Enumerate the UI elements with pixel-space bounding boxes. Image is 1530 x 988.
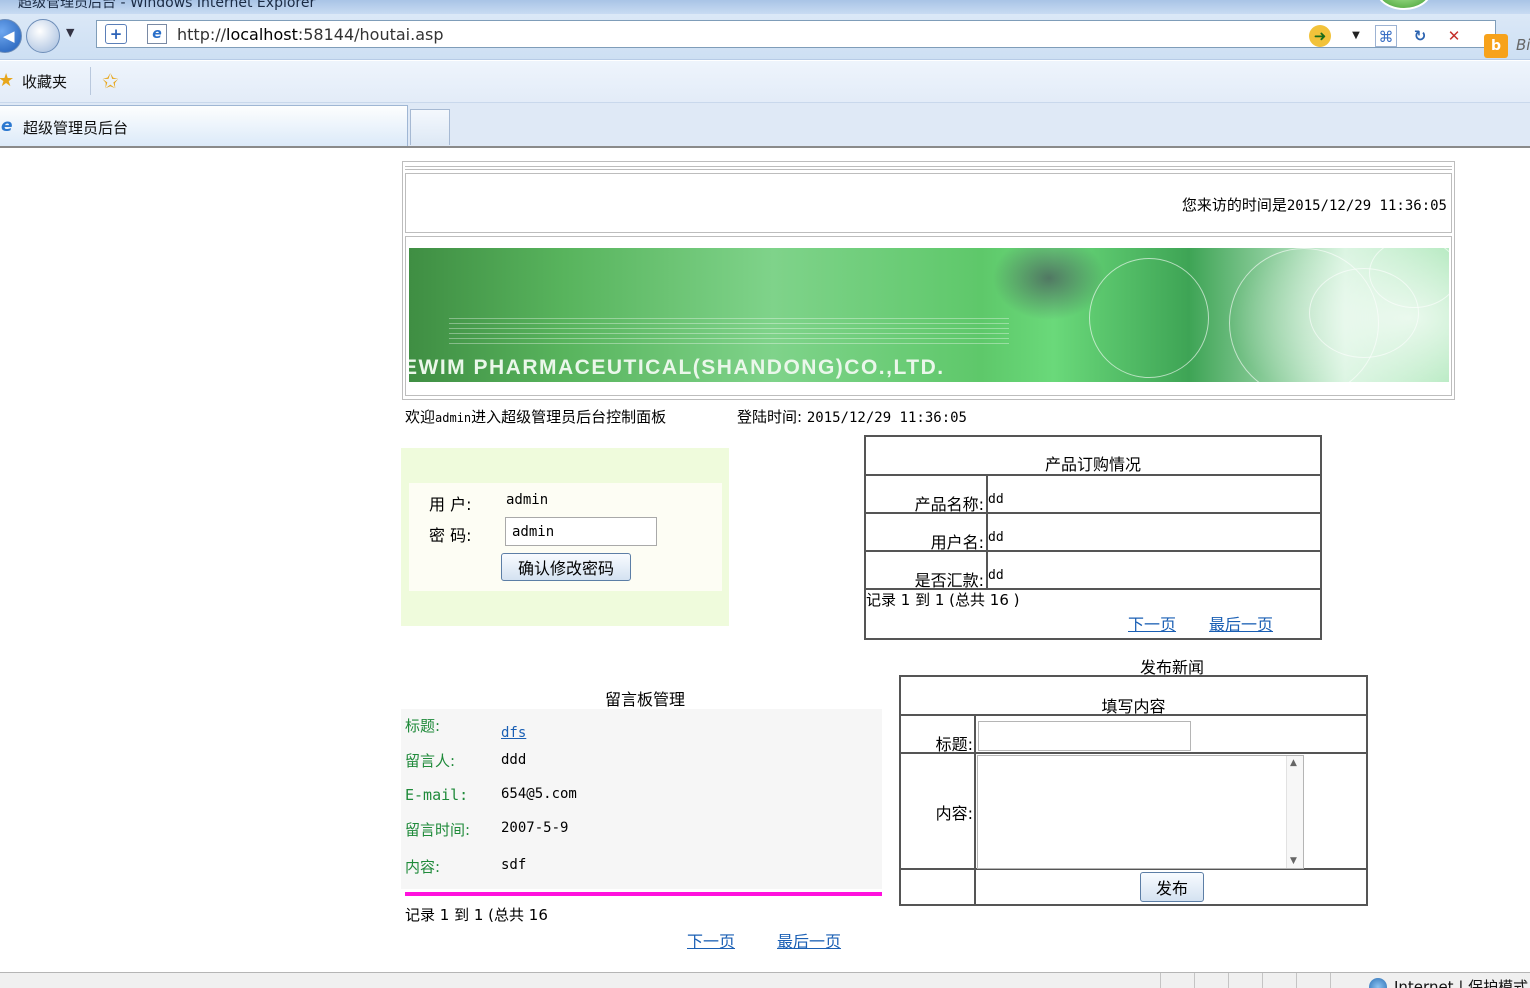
- orders-next-page-link[interactable]: 下一页: [1128, 611, 1176, 635]
- window-orb-icon: [1376, 0, 1432, 10]
- tab-bar: e 超级管理员后台: [0, 103, 1530, 148]
- guestbook-label-author: 留言人:: [405, 752, 456, 770]
- forward-button[interactable]: [26, 19, 60, 53]
- refresh-icon[interactable]: ↻: [1409, 25, 1431, 47]
- company-banner-image: EWIM PHARMACEUTICAL(SHANDONG)CO.,LTD.: [409, 248, 1449, 382]
- password-input[interactable]: [505, 517, 657, 546]
- header-divider: [405, 166, 1452, 170]
- guestbook-label-time: 留言时间:: [405, 821, 471, 839]
- security-zone-text[interactable]: Internet | 保护模式: [1394, 976, 1528, 988]
- status-bar: Internet | 保护模式: [0, 972, 1530, 988]
- guestbook-title-link[interactable]: dfs: [501, 725, 526, 741]
- compatibility-view-icon[interactable]: +: [105, 24, 127, 44]
- textarea-scrollbar[interactable]: ▲ ▼: [1286, 756, 1303, 868]
- news-content-textarea[interactable]: ▲ ▼: [977, 755, 1304, 869]
- address-dropdown-icon[interactable]: ▼: [1345, 25, 1367, 47]
- ie-page-icon: e: [147, 24, 167, 44]
- window-title: 超级管理员后台 - Windows Internet Explorer: [18, 0, 316, 11]
- password-label: 密 码:: [429, 526, 472, 545]
- guestbook-record-count: 记录 1 到 1 (总共 16: [405, 906, 548, 924]
- change-password-form: 用 户: admin 密 码: 确认修改密码: [409, 483, 722, 591]
- publish-news-form: 填写内容 标题: 内容: ▲ ▼ 发布: [899, 675, 1368, 906]
- tab-label: 超级管理员后台: [23, 119, 129, 137]
- orders-caption: 产品订购情况: [1044, 455, 1141, 474]
- orders-record-count: 记录 1 到 1 (总共 16 ): [866, 591, 1020, 609]
- guestbook-label-content: 内容:: [405, 858, 441, 876]
- orders-label-remitted: 是否汇款:: [914, 571, 984, 590]
- favorites-button[interactable]: 收藏夹: [22, 71, 67, 92]
- orders-table: 产品订购情况 产品名称: dd 用户名: dd 是否汇款: dd 记录 1 到 …: [864, 435, 1322, 640]
- guestbook-divider: [405, 892, 882, 896]
- scroll-up-arrow-icon[interactable]: ▲: [1290, 758, 1297, 768]
- back-button[interactable]: [0, 19, 22, 53]
- go-icon[interactable]: ➜: [1309, 25, 1331, 47]
- favorites-bar: ★ 收藏夹 ✩: [0, 61, 1530, 103]
- stop-icon[interactable]: ✕: [1443, 25, 1465, 47]
- tab-active[interactable]: e 超级管理员后台: [0, 105, 408, 146]
- orders-value-product: dd: [988, 492, 1004, 507]
- orders-label-username: 用户名:: [930, 533, 984, 552]
- guestbook-time-value: 2007-5-9: [501, 820, 569, 836]
- favorites-star-icon[interactable]: ★: [0, 70, 14, 91]
- publish-button[interactable]: 发布: [1140, 872, 1204, 902]
- visit-time-cell: 您来访的时间是2015/12/29 11:36:05: [405, 173, 1452, 233]
- globe-icon: [1369, 978, 1387, 988]
- confirm-change-password-button[interactable]: 确认修改密码: [501, 553, 631, 581]
- news-content-label: 内容:: [935, 804, 973, 823]
- bing-icon[interactable]: b: [1484, 34, 1508, 58]
- guestbook-email-value: 654@5.com: [501, 786, 577, 802]
- banner-cell: EWIM PHARMACEUTICAL(SHANDONG)CO.,LTD.: [405, 236, 1452, 396]
- address-bar[interactable]: + e http://localhost:58144/houtai.asp ➜ …: [96, 20, 1496, 48]
- guestbook-label-title: 标题:: [405, 717, 441, 735]
- guestbook-entry: 标题: dfs 留言人: ddd E-mail: 654@5.com 留言时间:…: [401, 709, 882, 889]
- scroll-down-arrow-icon[interactable]: ▼: [1290, 856, 1297, 866]
- rss-icon[interactable]: ⌘: [1375, 25, 1397, 47]
- welcome-message: 欢迎admin进入超级管理员后台控制面板: [405, 408, 667, 426]
- guestbook-author-value: ddd: [501, 752, 527, 768]
- search-box-text[interactable]: Bi: [1516, 36, 1530, 54]
- orders-last-page-link[interactable]: 最后一页: [1209, 611, 1273, 635]
- guestbook-label-email: E-mail:: [405, 786, 469, 804]
- visit-time-text: 您来访的时间是2015/12/29 11:36:05: [1181, 196, 1447, 214]
- login-time: 登陆时间: 2015/12/29 11:36:05: [737, 408, 967, 426]
- banner-company-name: EWIM PHARMACEUTICAL(SHANDONG)CO.,LTD.: [409, 356, 945, 379]
- guestbook-content-value: sdf: [501, 857, 527, 873]
- window-titlebar: 超级管理员后台 - Windows Internet Explorer: [0, 0, 1530, 14]
- guestbook-title: 留言板管理: [605, 690, 686, 709]
- username-label: 用 户:: [429, 495, 472, 514]
- recent-pages-dropdown-icon[interactable]: ▼: [66, 26, 74, 39]
- toolbar-divider: [90, 67, 91, 95]
- guestbook-last-page-link[interactable]: 最后一页: [777, 928, 841, 952]
- username-value: admin: [506, 492, 549, 508]
- orders-value-remitted: dd: [988, 568, 1004, 583]
- orders-value-username: dd: [988, 530, 1004, 545]
- change-password-panel: 用 户: admin 密 码: 确认修改密码: [401, 448, 729, 626]
- guestbook-next-page-link[interactable]: 下一页: [687, 928, 735, 952]
- ie-tab-icon: e: [1, 116, 13, 136]
- news-title-input[interactable]: [978, 721, 1191, 751]
- orders-label-product: 产品名称:: [914, 495, 984, 514]
- navigation-bar: ▼ + e http://localhost:58144/houtai.asp …: [0, 14, 1530, 60]
- news-title-label: 标题:: [935, 735, 973, 754]
- new-tab-button[interactable]: [410, 109, 450, 145]
- address-url[interactable]: http://localhost:58144/houtai.asp: [177, 25, 444, 44]
- add-favorite-icon[interactable]: ✩: [102, 69, 119, 93]
